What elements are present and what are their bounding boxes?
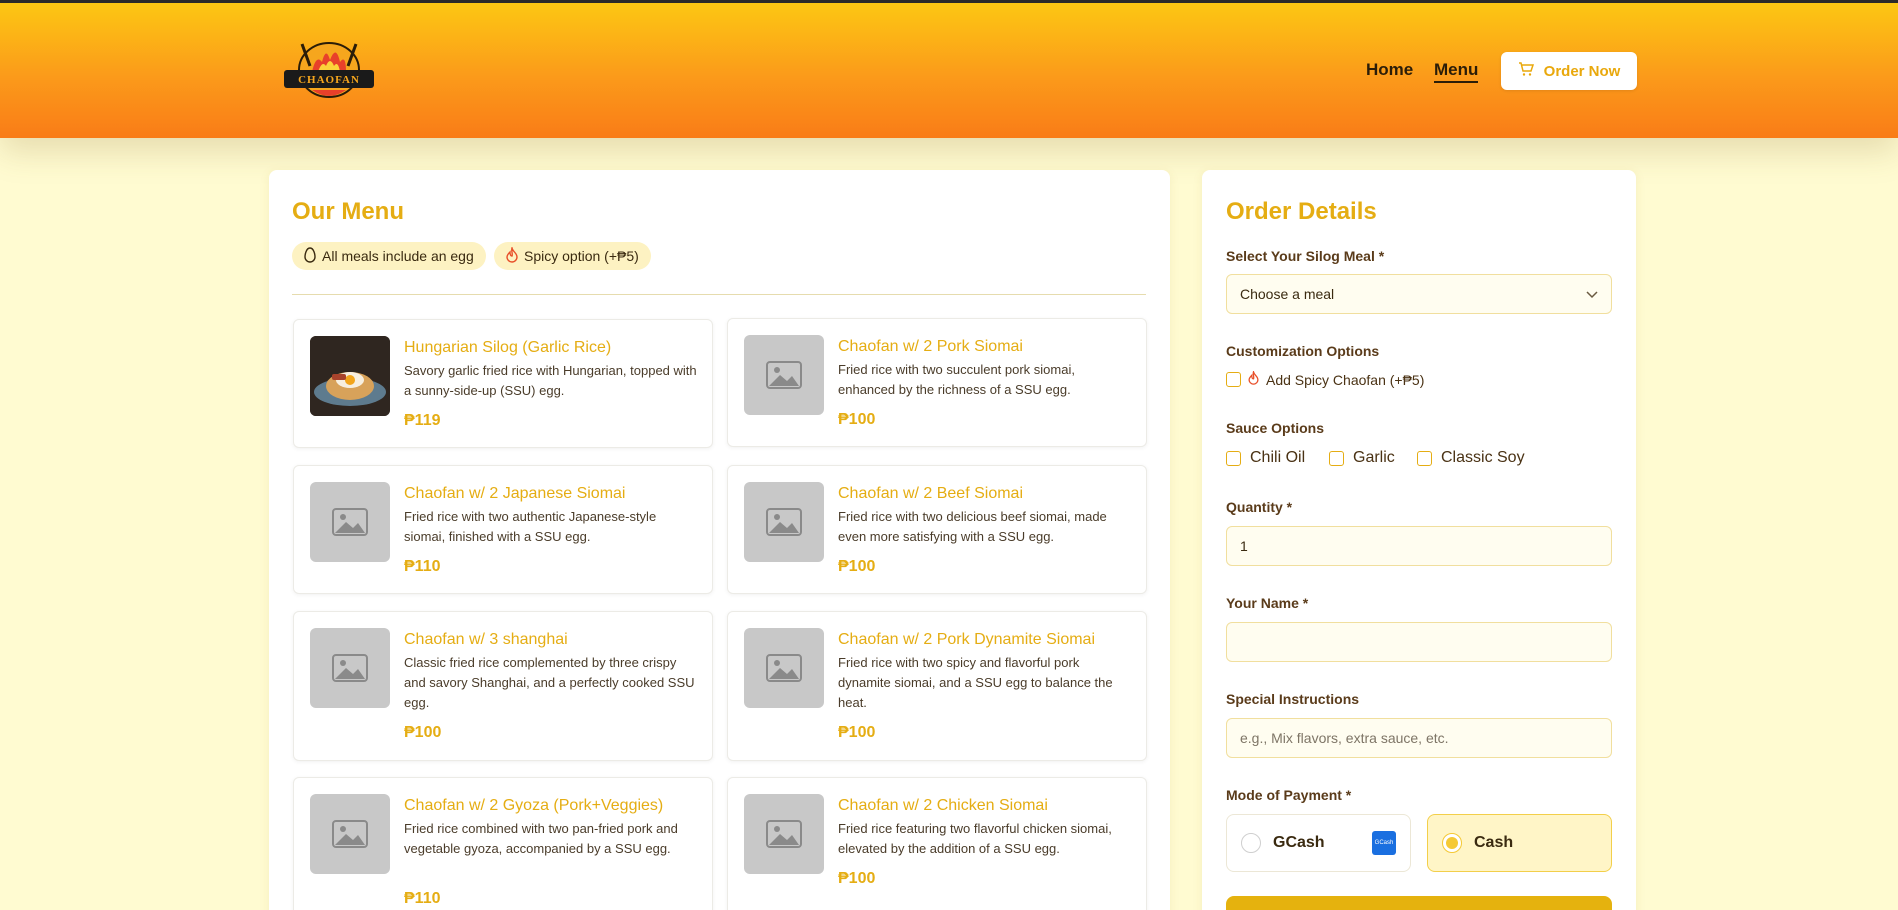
menu-item-desc: Fried rice with two succulent pork sioma… [838, 362, 1075, 397]
cash-label: Cash [1474, 834, 1514, 851]
image-placeholder-icon [310, 628, 390, 708]
sauce-label-text: Chili Oil [1250, 449, 1306, 466]
chaofan-logo[interactable]: CHAOFAN [282, 32, 376, 104]
menu-item-desc: Fried rice with two spicy and flavorful … [838, 655, 1113, 710]
menu-card-beef-siomai[interactable]: Chaofan w/ 2 Beef Siomai Fried rice with… [727, 465, 1147, 594]
instructions-placeholder: e.g., Mix flavors, extra sauce, etc. [1240, 730, 1449, 746]
chevron-down-icon [1586, 286, 1598, 302]
spicy-chip-label: Spicy option (+₱5) [524, 248, 639, 264]
cash-radio[interactable] [1442, 833, 1462, 853]
menu-item-name: Chaofan w/ 2 Chicken Siomai [838, 797, 1048, 814]
menu-item-price: ₱100 [404, 724, 442, 741]
sauce-classic-soy[interactable]: Classic Soy [1417, 449, 1525, 467]
menu-item-price: ₱110 [404, 890, 441, 907]
quantity-value: 1 [1240, 538, 1248, 554]
gcash-label: GCash [1273, 834, 1325, 851]
instructions-label: Special Instructions [1226, 691, 1360, 707]
submit-order-button[interactable] [1226, 896, 1612, 910]
menu-item-price: ₱119 [404, 412, 441, 429]
egg-chip: All meals include an egg [292, 242, 486, 270]
flame-icon [1248, 369, 1259, 388]
sauce-garlic[interactable]: Garlic [1329, 449, 1395, 467]
image-placeholder-icon [744, 794, 824, 874]
menu-item-price: ₱100 [838, 411, 876, 428]
egg-icon [304, 246, 316, 266]
meal-label: Select Your Silog Meal * [1226, 248, 1385, 264]
menu-card-pork-siomai[interactable]: Chaofan w/ 2 Pork Siomai Fried rice with… [727, 318, 1147, 447]
payment-label: Mode of Payment * [1226, 787, 1352, 803]
svg-text:CHAOFAN: CHAOFAN [298, 74, 360, 86]
menu-item-desc: Classic fried rice complemented by three… [404, 655, 695, 710]
menu-card-hungarian-silog[interactable]: Hungarian Silog (Garlic Rice) Savory gar… [293, 319, 713, 448]
image-placeholder-icon [744, 335, 824, 415]
sauce-label-text: Garlic [1353, 449, 1395, 466]
menu-item-desc: Fried rice featuring two flavorful chick… [838, 821, 1112, 856]
spicy-chip: Spicy option (+₱5) [494, 242, 651, 270]
menu-item-name: Chaofan w/ 2 Pork Dynamite Siomai [838, 631, 1095, 648]
menu-divider [292, 294, 1146, 295]
menu-card-gyoza[interactable]: Chaofan w/ 2 Gyoza (Pork+Veggies) Fried … [293, 777, 713, 910]
name-input[interactable] [1226, 622, 1612, 662]
order-title: Order Details [1226, 198, 1377, 225]
menu-title: Our Menu [292, 198, 404, 225]
menu-item-desc: Savory garlic fried rice with Hungarian,… [404, 363, 697, 398]
customization-label: Customization Options [1226, 343, 1380, 359]
menu-card-pork-dynamite-siomai[interactable]: Chaofan w/ 2 Pork Dynamite Siomai Fried … [727, 611, 1147, 761]
instructions-input[interactable]: e.g., Mix flavors, extra sauce, etc. [1226, 718, 1612, 758]
spicy-checkbox[interactable] [1226, 372, 1241, 387]
menu-card-shanghai[interactable]: Chaofan w/ 3 shanghai Classic fried rice… [293, 611, 713, 761]
menu-card-chicken-siomai[interactable]: Chaofan w/ 2 Chicken Siomai Fried rice f… [727, 777, 1147, 910]
menu-item-name: Chaofan w/ 2 Japanese Siomai [404, 485, 626, 502]
image-placeholder-icon [744, 482, 824, 562]
garlic-checkbox[interactable] [1329, 450, 1344, 466]
cart-icon [1518, 61, 1534, 81]
name-label: Your Name * [1226, 595, 1309, 611]
meal-select-value: Choose a meal [1240, 286, 1335, 302]
quantity-label: Quantity * [1226, 499, 1293, 515]
image-placeholder-icon [310, 794, 390, 874]
menu-card-japanese-siomai[interactable]: Chaofan w/ 2 Japanese Siomai Fried rice … [293, 465, 713, 594]
gcash-logo-icon: GCash [1372, 831, 1396, 855]
meal-select[interactable]: Choose a meal [1226, 274, 1612, 314]
sauce-label-text: Classic Soy [1441, 449, 1525, 466]
egg-chip-label: All meals include an egg [322, 248, 474, 264]
nav-home-link[interactable]: Home [1366, 60, 1413, 80]
order-now-label: Order Now [1543, 62, 1621, 80]
image-placeholder-icon [310, 482, 390, 562]
menu-item-name: Hungarian Silog (Garlic Rice) [404, 339, 612, 356]
sauce-chili-oil[interactable]: Chili Oil [1226, 449, 1305, 467]
menu-item-name: Chaofan w/ 2 Pork Siomai [838, 338, 1023, 355]
menu-item-price: ₱100 [838, 870, 876, 887]
chili-oil-checkbox[interactable] [1226, 450, 1241, 466]
flame-icon [506, 244, 518, 266]
quantity-input[interactable]: 1 [1226, 526, 1612, 566]
menu-item-price: ₱110 [404, 558, 441, 575]
classic-soy-checkbox[interactable] [1417, 450, 1432, 466]
menu-item-name: Chaofan w/ 2 Gyoza (Pork+Veggies) [404, 797, 664, 814]
gcash-radio[interactable] [1241, 833, 1261, 853]
menu-item-price: ₱100 [838, 558, 876, 575]
payment-gcash-option[interactable]: GCash GCash [1226, 814, 1411, 872]
spicy-option[interactable]: Add Spicy Chaofan (+₱5) [1226, 369, 1425, 388]
menu-item-name: Chaofan w/ 3 shanghai [404, 631, 568, 648]
menu-item-desc: Fried rice with two delicious beef sioma… [838, 509, 1107, 544]
menu-item-desc: Fried rice with two authentic Japanese-s… [404, 509, 657, 544]
order-now-button[interactable]: Order Now [1501, 52, 1637, 90]
menu-item-price: ₱100 [838, 724, 876, 741]
sauce-label: Sauce Options [1226, 420, 1325, 436]
menu-item-desc: Fried rice combined with two pan-fried p… [404, 821, 678, 856]
spicy-option-label: Add Spicy Chaofan (+₱5) [1266, 371, 1425, 388]
nav-menu-link[interactable]: Menu [1434, 60, 1479, 83]
image-placeholder-icon [744, 628, 824, 708]
food-photo [310, 336, 390, 416]
payment-cash-option[interactable]: Cash [1427, 814, 1612, 872]
menu-item-name: Chaofan w/ 2 Beef Siomai [838, 485, 1023, 502]
